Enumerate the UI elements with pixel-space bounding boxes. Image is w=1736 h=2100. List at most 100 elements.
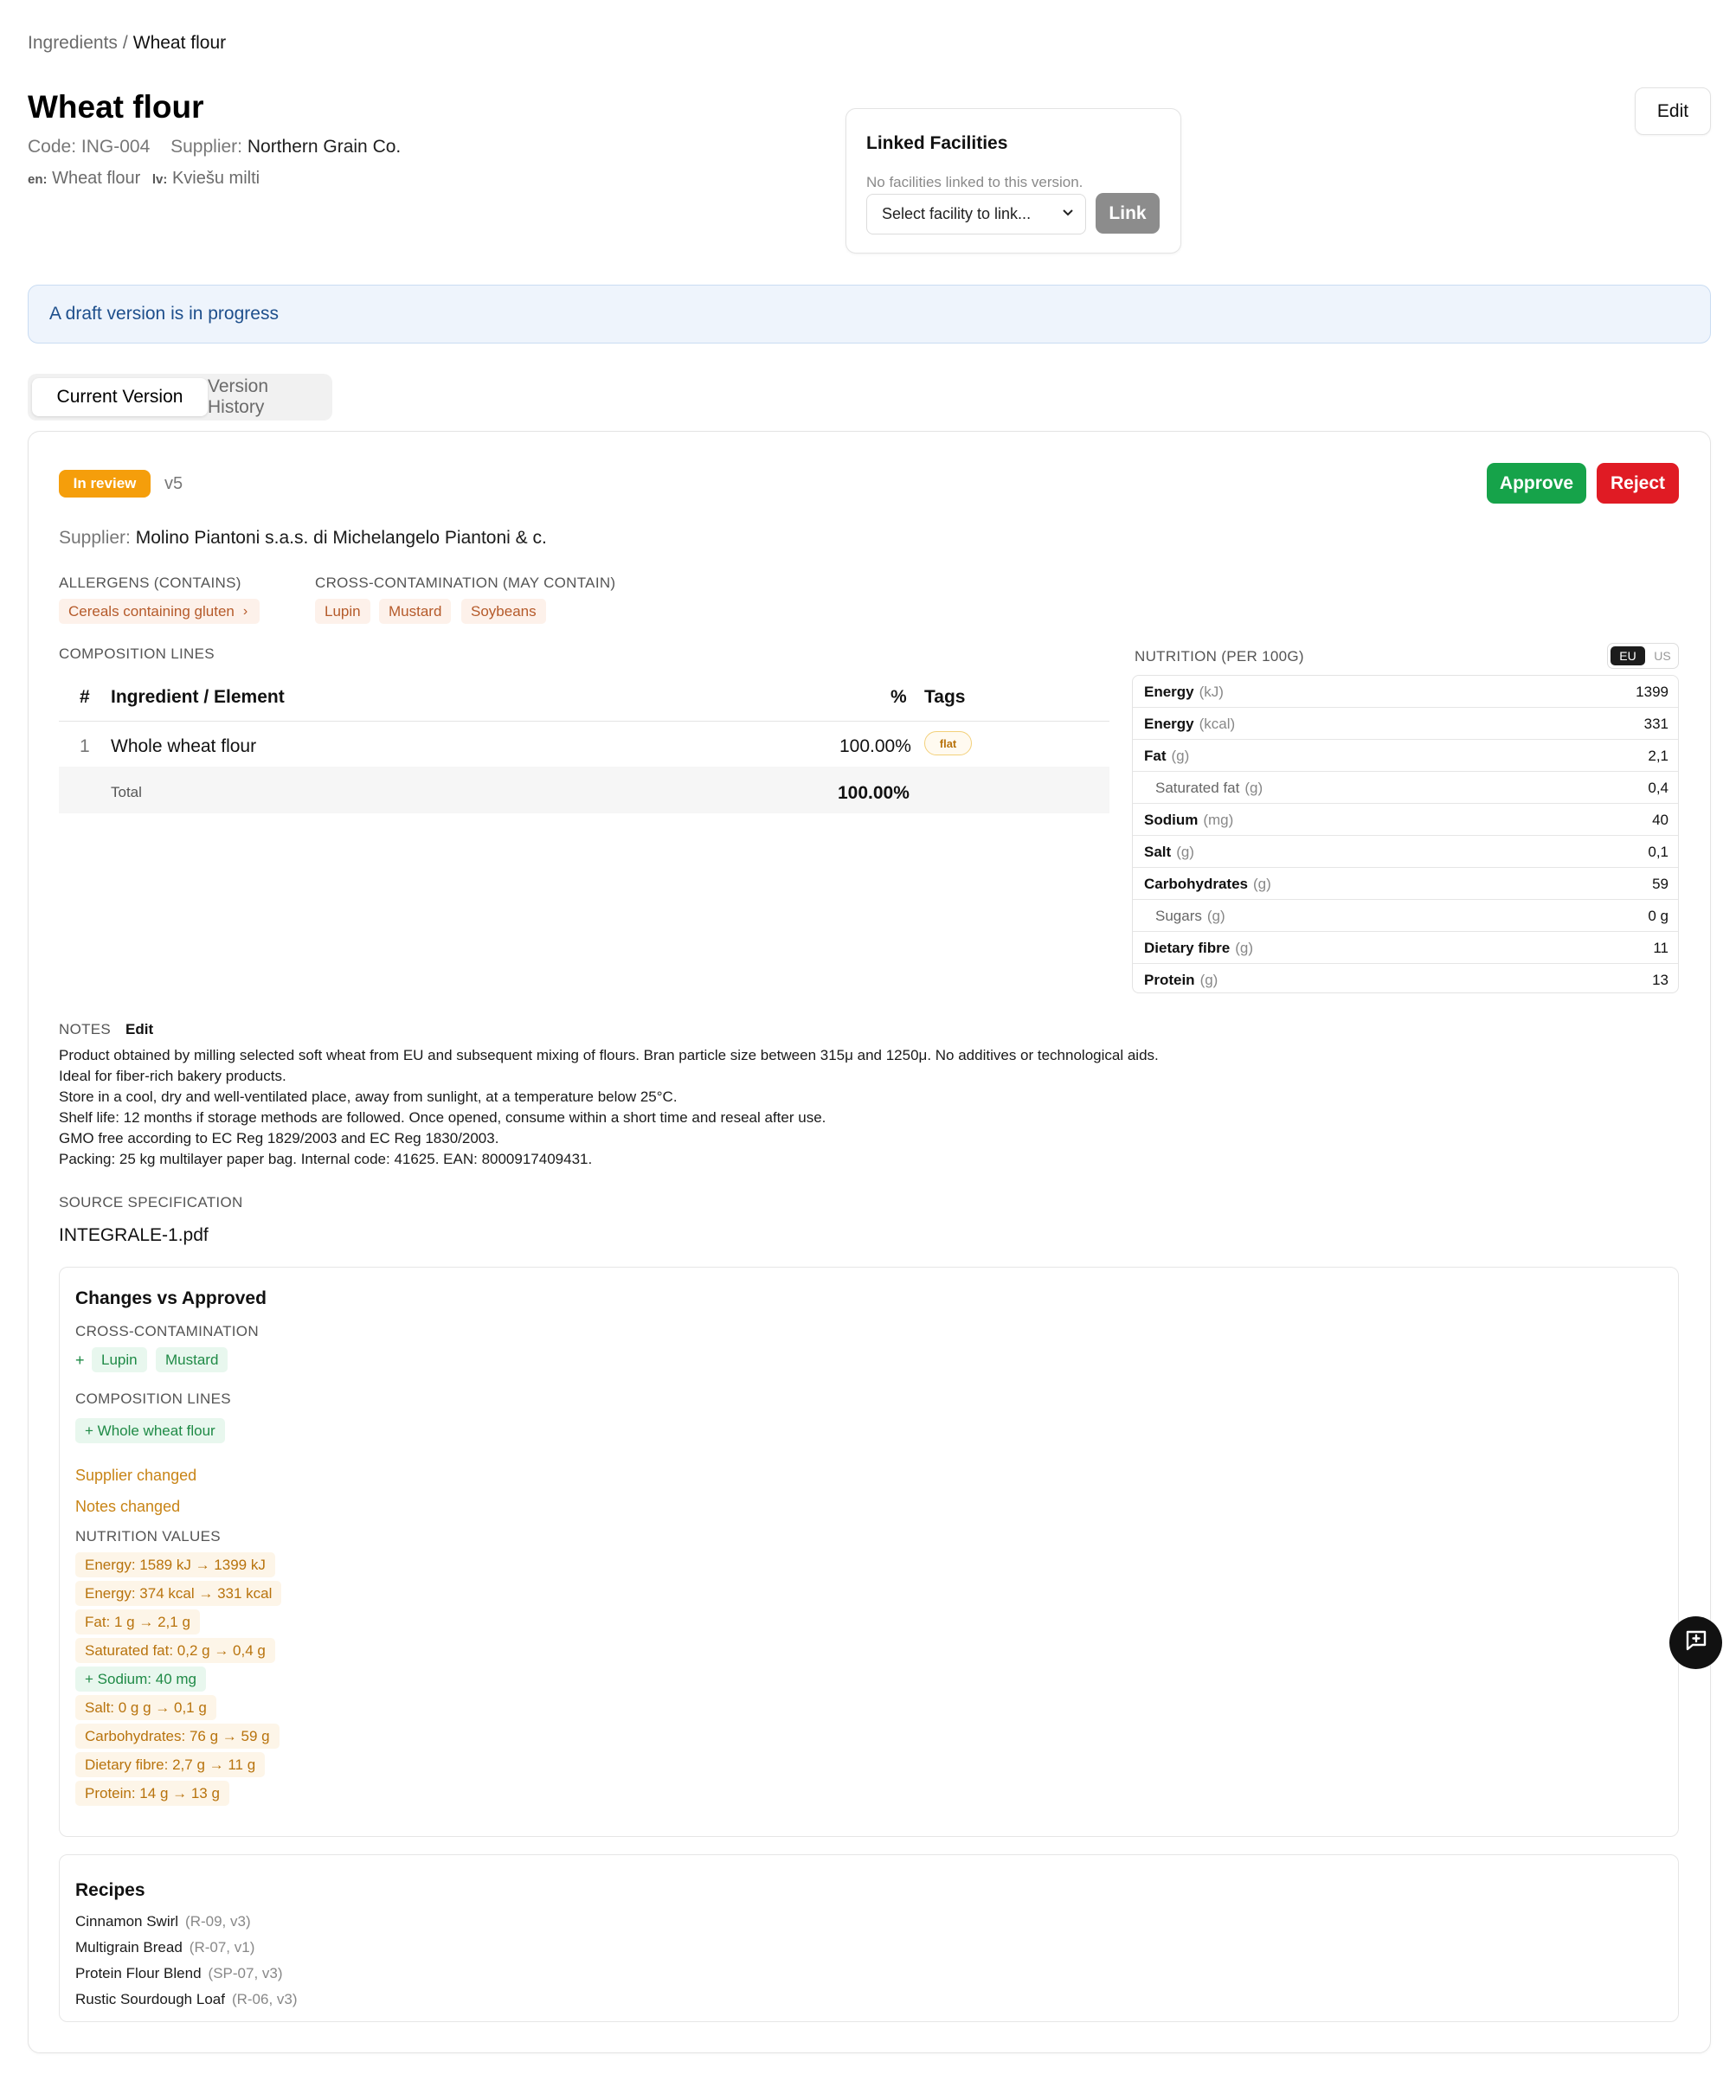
reject-button[interactable]: Reject [1597,463,1679,504]
added-chip-lupin: Lupin [92,1347,147,1372]
recipes-card [59,1854,1679,2022]
table-divider [59,721,1109,722]
nutrition-row-label: Carbohydrates (g) [1144,876,1271,893]
tab-version-history[interactable]: Version History [208,376,329,417]
nutrient-name: Protein [1144,972,1195,988]
recipe-item[interactable]: Cinnamon Swirl (R-09, v3) [75,1913,251,1930]
added-composition-chip: + Whole wheat flour [75,1418,225,1443]
added-chip-mustard: Mustard [156,1347,228,1372]
nutrient-unit: (g) [1176,844,1194,860]
translation-text-lv: Kviešu milti [171,169,260,188]
recipe-name: Cinnamon Swirl [75,1913,179,1930]
version-tabs: Current Version Version History [28,374,332,421]
page-title: Wheat flour [28,89,204,125]
no-facilities-text: No facilities linked to this version. [866,174,1083,190]
notes-changed-text: Notes changed [75,1498,181,1515]
cross-contamination-label: CROSS-CONTAMINATION (MAY CONTAIN) [315,575,616,591]
nutrition-change-chip: Carbohydrates: 76 g → 59 g [75,1724,280,1749]
version-supplier-label: Supplier: [59,528,131,548]
composition-header-num: # [80,687,90,707]
translation-lang-en: en: [28,172,48,187]
changes-title: Changes vs Approved [75,1288,267,1308]
supplier-label: Supplier: [170,137,242,157]
recipe-code: (R-06, v3) [231,1991,298,2007]
nutrition-row: Protein (g) 13 [1133,964,1678,992]
nutrient-value: 331 [1643,716,1668,732]
composition-header-ingredient: Ingredient / Element [111,687,285,707]
composition-row-ingredient: Whole wheat flour [111,736,257,756]
nutrient-value: 2,1 [1648,748,1668,764]
nutrient-value: 0,1 [1648,844,1668,860]
facility-select-value: Select facility to link... [882,205,1032,222]
recipe-code: (R-09, v3) [185,1913,251,1930]
feedback-button[interactable] [1669,1616,1722,1669]
link-facility-button[interactable]: Link [1096,193,1160,234]
nutrient-value: 59 [1652,876,1668,892]
nutrient-name: Dietary fibre [1144,940,1231,956]
nutrition-row-label: Dietary fibre (g) [1144,940,1253,957]
toggle-eu[interactable]: EU [1611,646,1645,665]
notes-edit-link[interactable]: Edit [125,1021,153,1038]
composition-total-value: 100.00% [838,783,910,803]
supplier-value: Northern Grain Co. [247,137,402,157]
chevron-down-icon [1061,205,1075,223]
tab-current-version[interactable]: Current Version [32,378,208,416]
nutrition-label: NUTRITION (PER 100G) [1135,648,1304,665]
nutrition-row-label: Energy (kcal) [1144,716,1235,733]
nutrition-change-chip: Saturated fat: 0,2 g → 0,4 g [75,1638,275,1663]
nutrient-unit: (kcal) [1199,716,1236,732]
nutrition-row-label: Energy (kJ) [1144,684,1224,701]
ingredient-meta: Code: ING-004 Supplier: Northern Grain C… [28,137,401,157]
nutrition-change-chip: Fat: 1 g → 2,1 g [75,1609,200,1634]
recipe-item[interactable]: Multigrain Bread (R-07, v1) [75,1939,254,1956]
source-spec-file-link[interactable]: INTEGRALE-1.pdf [59,1225,209,1246]
allergen-chip[interactable]: Cereals containing gluten › [59,599,260,624]
nutrition-change-chip: Dietary fibre: 2,7 g → 11 g [75,1752,266,1777]
flat-tag: flat [924,731,972,755]
draft-banner: A draft version is in progress [28,285,1711,344]
nutrition-row: Saturated fat (g) 0,4 [1133,772,1678,804]
supplier-changed-text: Supplier changed [75,1467,197,1484]
source-spec-label: SOURCE SPECIFICATION [59,1194,243,1211]
nutrition-change-chip: + Sodium: 40 mg [75,1667,206,1692]
code-value: ING-004 [80,137,151,157]
nutrition-row-label: Saturated fat (g) [1155,780,1263,797]
nutrition-row: Carbohydrates (g) 59 [1133,868,1678,900]
nutrient-unit: (mg) [1203,812,1234,828]
status-badge: In review [59,470,151,498]
breadcrumb-ingredients-link[interactable]: Ingredients [28,33,118,53]
toggle-us[interactable]: US [1648,646,1677,665]
recipe-item[interactable]: Rustic Sourdough Loaf (R-06, v3) [75,1991,298,2008]
nutrition-row: Energy (kcal) 331 [1133,708,1678,740]
breadcrumb: Ingredients / Wheat flour [28,33,226,54]
recipe-code: (SP-07, v3) [208,1965,283,1981]
breadcrumb-separator: / [122,33,128,53]
recipe-code: (R-07, v1) [189,1939,255,1956]
approve-button[interactable]: Approve [1487,463,1586,504]
facility-select[interactable]: Select facility to link... [866,194,1086,234]
changes-cross-label: CROSS-CONTAMINATION [75,1323,259,1339]
nutrition-change-chip: Protein: 14 g → 13 g [75,1781,229,1806]
recipe-name: Protein Flour Blend [75,1965,202,1981]
nutrient-value: 13 [1652,972,1668,988]
nutrient-value: 1399 [1636,684,1668,700]
composition-header-pct: % [891,687,907,707]
code-label: Code: [28,137,77,157]
translation-lang-lv: lv: [151,172,168,187]
nutrient-unit: (g) [1199,972,1218,988]
nutrition-row: Sodium (mg) 40 [1133,804,1678,836]
translations: en: Wheat flour lv: Kviešu milti [28,169,260,189]
edit-button[interactable]: Edit [1635,87,1711,135]
added-prefix: + [75,1352,85,1369]
recipe-item[interactable]: Protein Flour Blend (SP-07, v3) [75,1965,283,1982]
nutrition-row: Salt (g) 0,1 [1133,836,1678,868]
nutrition-row: Dietary fibre (g) 11 [1133,932,1678,964]
version-supplier: Supplier: Molino Piantoni s.a.s. di Mich… [59,528,547,549]
nutrient-name: Sodium [1144,812,1199,828]
message-plus-icon [1683,1628,1709,1658]
nutrient-name: Energy [1144,716,1194,732]
composition-row-num: 1 [80,736,90,756]
nutrient-unit: (g) [1235,940,1253,956]
changes-nutrition-label: NUTRITION VALUES [75,1528,221,1544]
nutrition-table: Energy (kJ) 1399 Energy (kcal) 331 Fat (g) 2,1 Sa… [1132,675,1679,993]
